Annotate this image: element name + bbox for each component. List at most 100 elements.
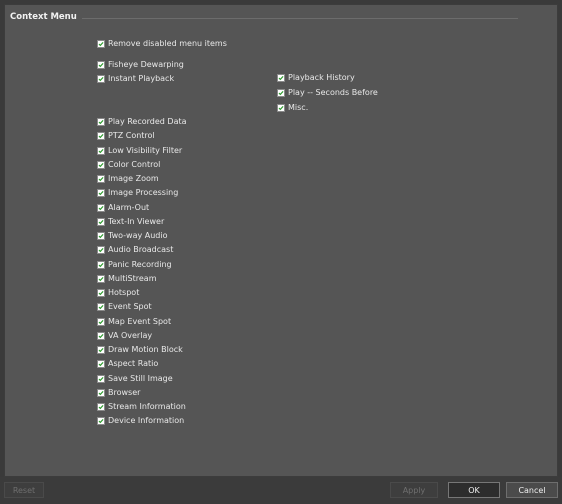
checkbox-box[interactable] [97,403,105,412]
check-icon [98,348,104,353]
check-icon [98,176,104,182]
checkbox-label: Draw Motion Block [108,345,183,355]
checkbox-map-event-spot[interactable]: Map Event Spot [97,316,171,328]
checkbox-box[interactable] [97,132,105,141]
checkbox-fisheye-dewarping[interactable]: Fisheye Dewarping [97,59,184,71]
check-icon [98,148,104,153]
checkbox-box[interactable] [97,417,105,426]
check-icon [98,119,104,125]
reset-button[interactable]: Reset [4,482,44,498]
check-icon [98,205,104,210]
checkbox-audio-broadcast[interactable]: Audio Broadcast [97,244,173,256]
checkbox-label: Image Zoom [108,174,159,184]
checkbox-ptz-control[interactable]: PTZ Control [97,130,155,142]
checkbox-box[interactable] [97,346,105,355]
checkbox-label: Color Control [108,159,161,169]
check-icon [98,162,104,168]
checkbox-label: Alarm-Out [108,202,150,212]
checkbox-box[interactable] [97,203,105,212]
checkbox-aspect-ratio[interactable]: Aspect Ratio [97,358,158,370]
checkbox-save-still-image[interactable]: Save Still Image [97,373,173,385]
check-icon [98,234,104,239]
checkbox-box[interactable] [97,246,105,255]
checkbox-text-in-viewer[interactable]: Text-In Viewer [97,216,164,228]
checkbox-multistream[interactable]: MultiStream [97,273,157,285]
checkbox-label: Text-In Viewer [108,216,165,226]
checkbox-color-control[interactable]: Color Control [97,159,160,171]
checkbox-label: Hotspot [108,288,140,298]
checkbox-box[interactable] [277,74,285,82]
checkbox-label: Panic Recording [108,259,172,269]
checkbox-device-information[interactable]: Device Information [97,415,184,427]
check-icon [98,376,104,381]
checkbox-low-visibility-filter[interactable]: Low Visibility Filter [97,145,182,157]
checkbox-box[interactable] [277,89,285,98]
checkbox-box[interactable] [97,160,105,169]
checkbox-label: Low Visibility Filter [108,145,183,155]
checkbox-box[interactable] [97,146,105,155]
section-title: Context Menu [10,12,77,22]
checkbox-label: PTZ Control [108,131,155,141]
checkbox-box[interactable] [97,217,105,226]
checkbox-box[interactable] [97,388,105,397]
checkbox-event-spot[interactable]: Event Spot [97,301,152,313]
checkbox-label: Aspect Ratio [108,359,159,369]
check-icon [98,276,104,282]
checkbox-box[interactable] [97,175,105,184]
checkbox-image-zoom[interactable]: Image Zoom [97,173,159,185]
cancel-button[interactable]: Cancel [506,482,558,498]
check-icon [98,134,104,139]
check-icon [278,75,284,81]
checkbox-box[interactable] [97,331,105,340]
checkbox-label: Audio Broadcast [108,245,174,255]
checkbox-play-recorded-data[interactable]: Play Recorded Data [97,116,187,128]
check-icon [98,291,104,296]
check-icon [98,405,104,410]
checkbox-image-processing[interactable]: Image Processing [97,187,178,199]
checkbox-play-seconds-before[interactable]: Play -- Seconds Before [277,87,378,99]
checkbox-label: Two-way Audio [108,231,168,241]
checkbox-box[interactable] [97,118,105,126]
checkbox-box[interactable] [97,232,105,241]
check-icon [98,62,104,68]
checkbox-box[interactable] [97,317,105,326]
checkbox-remove-disabled-menu-items[interactable]: Remove disabled menu items [97,38,227,50]
checkbox-two-way-audio[interactable]: Two-way Audio [97,230,168,242]
check-icon [98,262,104,267]
checkbox-box[interactable] [97,360,105,369]
checkbox-instant-playback[interactable]: Instant Playback [97,73,174,85]
check-icon [98,319,104,324]
checkbox-box[interactable] [97,75,105,84]
checkbox-label: Image Processing [108,188,179,198]
checkbox-box[interactable] [277,104,285,113]
check-icon [98,362,104,367]
checkbox-label: Remove disabled menu items [108,39,227,48]
checkbox-label: MultiStream [108,273,157,283]
checkbox-box[interactable] [97,274,105,283]
checkbox-box[interactable] [97,189,105,198]
checkbox-box[interactable] [97,61,105,69]
check-icon [278,91,284,96]
checkbox-panic-recording[interactable]: Panic Recording [97,259,172,271]
check-icon [98,41,104,47]
checkbox-va-overlay[interactable]: VA Overlay [97,330,152,342]
checkbox-playback-history[interactable]: Playback History [277,72,355,84]
checkbox-box[interactable] [97,289,105,298]
checkbox-draw-motion-block[interactable]: Draw Motion Block [97,344,183,356]
ok-button[interactable]: OK [448,482,500,498]
checkbox-box[interactable] [97,374,105,383]
check-icon [98,333,104,339]
check-icon [98,219,104,225]
checkbox-box[interactable] [97,260,105,269]
checkbox-label: Playback History [288,73,355,82]
checkbox-misc[interactable]: Misc. [277,102,308,114]
checkbox-box[interactable] [97,40,105,48]
checkbox-box[interactable] [97,303,105,312]
checkbox-stream-information[interactable]: Stream Information [97,401,186,413]
checkbox-alarm-out[interactable]: Alarm-Out [97,202,149,214]
checkbox-hotspot[interactable]: Hotspot [97,287,139,299]
checkbox-browser[interactable]: Browser [97,387,140,399]
checkbox-label: Play Recorded Data [108,117,187,126]
apply-button[interactable]: Apply [390,482,438,498]
checkbox-label: Device Information [108,416,185,426]
